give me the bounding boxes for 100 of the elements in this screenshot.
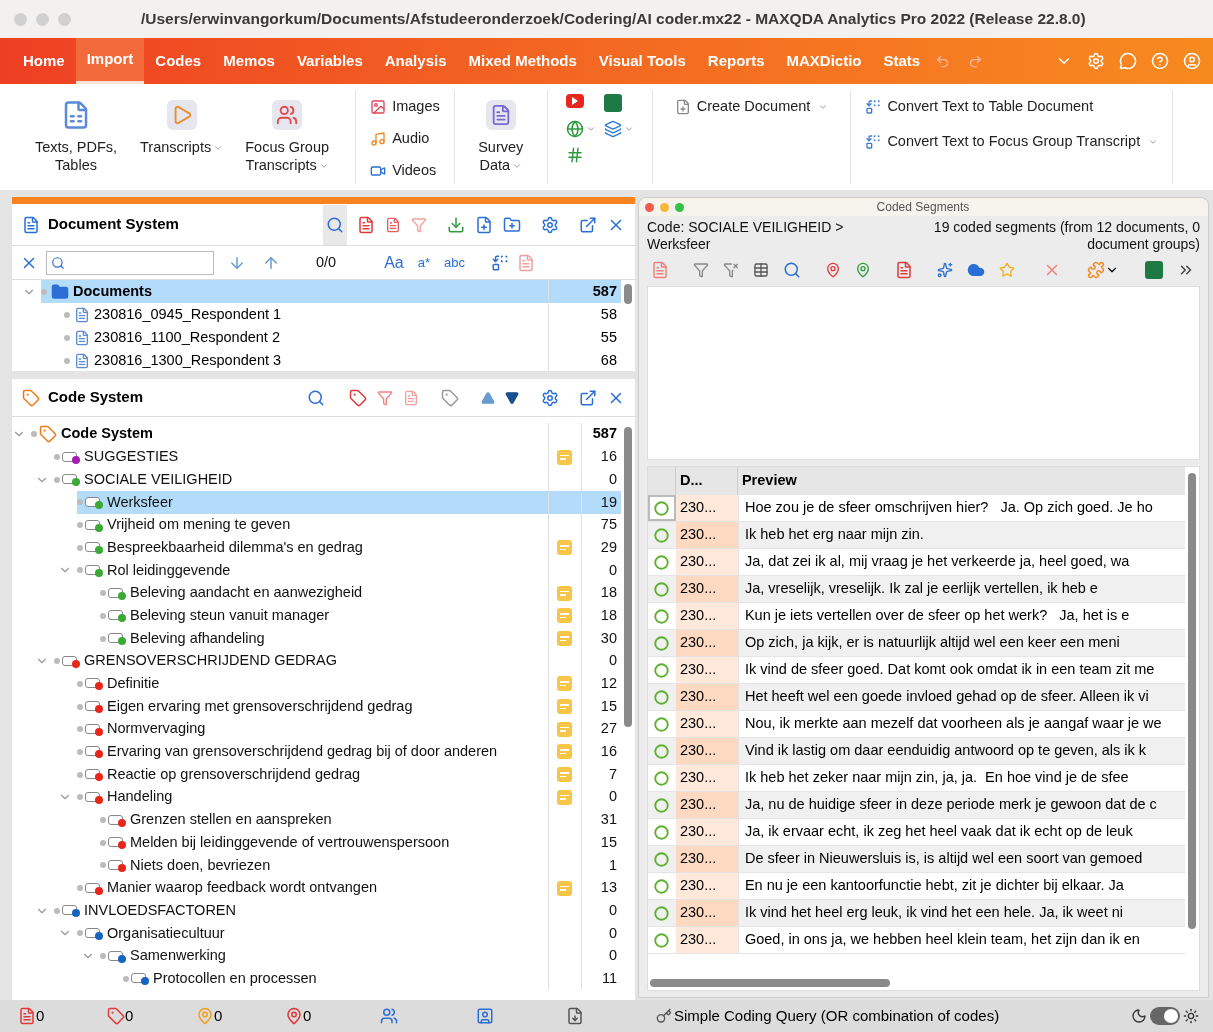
code-row[interactable]: Normvervaging 27 (77, 717, 621, 741)
memo-icon[interactable] (557, 608, 573, 624)
search-field[interactable] (46, 250, 214, 275)
table-icon[interactable] (752, 262, 769, 278)
add-code-icon[interactable] (440, 388, 459, 407)
replace-icon[interactable] (491, 253, 509, 272)
cloud-icon[interactable] (966, 261, 985, 279)
document-icon[interactable] (384, 216, 401, 233)
memo-icon[interactable] (557, 699, 573, 715)
memo-icon[interactable] (557, 767, 573, 783)
segment-row[interactable]: 230... Nou, ik merkte aan mezelf dat voorheen als je aangaf waar je we (647, 711, 1185, 738)
globe-icon[interactable] (565, 120, 584, 138)
document-row[interactable]: Documents 587 (41, 280, 621, 303)
document-icon[interactable] (894, 261, 913, 279)
code-row[interactable]: Samenwerking 0 (100, 944, 621, 968)
person-icon[interactable] (476, 1007, 494, 1025)
minimize-icon[interactable] (659, 202, 669, 212)
ribbon-button[interactable]: Images (370, 94, 440, 120)
code-row[interactable]: Bespreekbaarheid dilemma's en gedrag 29 (77, 536, 621, 560)
segment-row[interactable]: 230... Ja, dat zei ik al, mij vraag je het verkeerde ja, heel goed, wa (647, 549, 1185, 576)
move-down-icon[interactable] (504, 390, 519, 405)
ribbon-button[interactable]: Transcripts (136, 90, 228, 184)
memo-icon[interactable] (557, 631, 573, 647)
segment-row[interactable]: 230... Ik heb het erg naar mijn zin. (647, 522, 1185, 549)
search-icon[interactable] (325, 215, 344, 234)
filter-icon[interactable] (376, 389, 393, 406)
ribbon-button[interactable]: Convert Text to Table Document (865, 96, 1159, 118)
ribbon-button[interactable]: Create Document (674, 96, 829, 118)
moon-icon[interactable] (1131, 1008, 1147, 1024)
scrollbar-thumb[interactable] (623, 427, 632, 727)
scrollbar-thumb[interactable] (623, 284, 632, 304)
code-row[interactable]: Reactie op grensoverschrijdend gedrag 7 (77, 763, 621, 786)
memo-icon[interactable] (557, 449, 573, 465)
star-icon[interactable] (998, 262, 1015, 278)
ribbon-button[interactable]: Texts, PDFs, Tables (22, 90, 130, 184)
video-play-icon[interactable] (565, 94, 584, 108)
search-icon[interactable] (306, 388, 325, 407)
segment-row[interactable]: 230... Ja, ik ervaar echt, ik zeg het heel vaak dat ik echt op de leuk (647, 819, 1185, 846)
code-row[interactable]: GRENSOVERSCHRIJDEND GEDRAG 0 (54, 649, 621, 673)
theme-toggle[interactable] (1150, 1007, 1180, 1025)
add-folder-icon[interactable] (502, 215, 521, 234)
segment-row[interactable]: 230... Vind ik lastig om daar eenduidig antwoord op te geven, als ik k (647, 738, 1185, 765)
clear-filter-icon[interactable] (722, 262, 739, 278)
segment-row[interactable]: 230... Ik vind de sfeer goed. Dat komt ook omdat ik in een team zit me (647, 657, 1185, 684)
scrollbar-thumb[interactable] (1188, 473, 1196, 929)
memo-icon[interactable] (557, 585, 573, 601)
undo-icon[interactable] (935, 53, 951, 69)
segment-row[interactable]: 230... Kun je iets vertellen over de sfeer op het werk? Ja, het is e (647, 603, 1185, 630)
pin-icon[interactable] (824, 262, 841, 278)
segment-row[interactable]: 230... Goed, in ons ja, we hebben heel klein team, het zijn dan ik en (647, 927, 1185, 954)
close-window-icon[interactable] (644, 202, 654, 212)
memo-icon[interactable] (557, 744, 573, 760)
code-row[interactable]: Vrijheid om mening te geven 75 (77, 513, 621, 537)
code-row[interactable]: Beleving aandacht en aanwezigheid 18 (100, 581, 621, 605)
user-icon[interactable] (1183, 52, 1201, 70)
code-row[interactable]: Grenzen stellen en aanspreken 31 (100, 808, 621, 832)
hashtag-icon[interactable] (565, 146, 584, 164)
help-icon[interactable] (1151, 52, 1169, 70)
segment-row[interactable]: 230... Ik vind het heel erg leuk, ik vind het een hele. Ja, ik weet ni (647, 900, 1185, 927)
code-row[interactable]: SUGGESTIES 16 (54, 445, 621, 469)
zoom-icon[interactable] (674, 202, 684, 212)
segment-row[interactable]: 230... Het heeft wel een goede invloed gehad op de sfeer. Alleen ik vi (647, 684, 1185, 711)
segment-row[interactable]: 230... Ja, nu de huidige sfeer in deze periode merk je gewoon dat de c (647, 792, 1185, 819)
document-row[interactable]: 230816_1300_Respondent 3 68 (64, 349, 621, 371)
code-row[interactable]: Beleving afhandeling 30 (100, 627, 621, 650)
settings-icon[interactable] (540, 215, 559, 234)
search-option[interactable]: abc (444, 252, 465, 273)
layers-icon[interactable] (603, 120, 622, 138)
code-row[interactable]: Protocollen en processen 11 (123, 967, 621, 991)
document-export-icon[interactable] (566, 1007, 584, 1025)
undock-icon[interactable] (578, 215, 597, 234)
document-row[interactable]: 230816_1100_Respondent 2 55 (64, 326, 621, 349)
code-row[interactable]: Melden bij leidinggevende of vertrouwenspersoon 15 (100, 831, 621, 855)
code-row[interactable]: Eigen ervaring met grensoverschrijdend gedrag 15 (77, 695, 621, 718)
search-icon[interactable] (782, 261, 801, 279)
segment-row[interactable]: 230... En nu je een kantoorfunctie hebt, zit je dichter bij elkaar. Ja (647, 873, 1185, 900)
segment-row[interactable]: 230... Hoe zou je de sfeer omschrijven hier? Ja. Op zich goed. Je ho (647, 495, 1185, 522)
chat-icon[interactable] (1119, 52, 1137, 70)
segment-row[interactable]: 230... Op zich, ja kijk, er is natuurlijk altijd wel een keer een meni (647, 630, 1185, 657)
code-row[interactable]: Rol leidinggevende 0 (77, 559, 621, 582)
sparkle-icon[interactable] (936, 262, 953, 278)
scrollbar-thumb[interactable] (649, 979, 890, 987)
code-row[interactable]: Handeling 0 (77, 786, 621, 809)
code-row[interactable]: Beleving steun vanuit manager 18 (100, 604, 621, 628)
search-option[interactable]: Aa (384, 250, 404, 275)
ribbon-button[interactable]: Convert Text to Focus Group Transcript (865, 130, 1159, 153)
sun-icon[interactable] (1183, 1008, 1199, 1024)
tag-icon[interactable] (348, 388, 367, 407)
ribbon-button[interactable]: Audio (370, 126, 440, 152)
memo-icon[interactable] (557, 880, 573, 896)
code-row[interactable]: Niets doen, bevriezen 1 (100, 854, 621, 877)
ribbon-button[interactable]: Survey Data (472, 90, 529, 184)
segment-row[interactable]: 230... Ik heb het zeker naar mijn zin, ja, ja. En hoe vind je de sfee (647, 765, 1185, 792)
segment-row[interactable]: 230... Ja, vreselijk, vreselijk. Ik zal je eerlijk vertellen, ik heb e (647, 576, 1185, 603)
people-icon[interactable] (380, 1007, 398, 1025)
document-icon[interactable] (650, 261, 669, 279)
settings-icon[interactable] (540, 388, 559, 407)
document-icon[interactable] (517, 253, 535, 272)
ribbon-button[interactable]: Focus Group Transcripts (233, 90, 342, 184)
settings-icon[interactable] (1087, 52, 1105, 70)
